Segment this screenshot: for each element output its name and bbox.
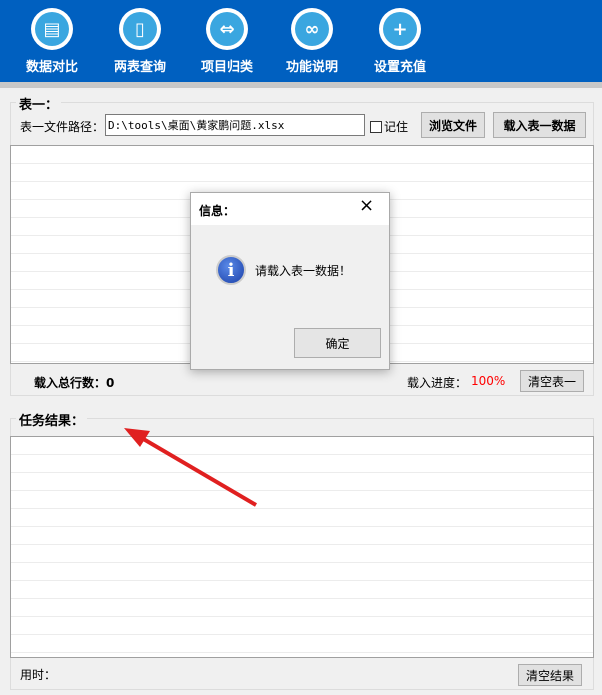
dialog-title: 信息： <box>199 204 236 218</box>
arrow-head <box>124 428 150 447</box>
ok-button[interactable]: 确定 <box>294 328 381 358</box>
close-icon[interactable]: × <box>359 195 374 216</box>
info-icon: i <box>216 255 246 285</box>
dialog-message: 请载入表一数据！ <box>255 264 352 278</box>
arrow-shaft <box>138 435 258 507</box>
dialog-titlebar: 信息： × <box>191 193 389 225</box>
info-dialog: 信息： × i 请载入表一数据！ 确定 <box>190 192 390 370</box>
